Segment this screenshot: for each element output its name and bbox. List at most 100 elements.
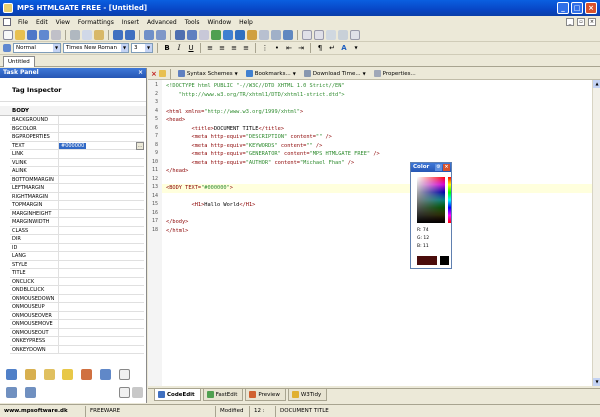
code-line[interactable]: "http://www.w3.org/TR/xhtml1/DTD/xhtml1-… bbox=[166, 91, 345, 100]
property-value[interactable] bbox=[59, 167, 144, 175]
paste-icon[interactable] bbox=[94, 29, 104, 40]
menu-advanced[interactable]: Advanced bbox=[143, 19, 181, 26]
cut-icon[interactable] bbox=[70, 29, 80, 40]
bookmarks-button[interactable]: Bookmarks... ▼ bbox=[243, 70, 299, 77]
browser-icon[interactable] bbox=[283, 29, 293, 40]
property-row[interactable]: ONMOUSEOVER bbox=[10, 311, 144, 320]
color-spectrum[interactable] bbox=[417, 177, 445, 223]
property-value[interactable] bbox=[59, 184, 144, 192]
menu-formattings[interactable]: Formattings bbox=[74, 19, 118, 26]
property-row[interactable]: BACKGROUND bbox=[10, 116, 144, 125]
property-row[interactable]: DIR bbox=[10, 235, 144, 244]
property-value[interactable] bbox=[59, 269, 144, 277]
maximize-button[interactable]: □ bbox=[571, 2, 583, 14]
indent-icon[interactable]: ⇥ bbox=[296, 43, 306, 53]
selected-color-swatch[interactable] bbox=[417, 256, 437, 265]
panel-settings-icon[interactable] bbox=[132, 387, 143, 398]
code-line[interactable]: <meta http-equiv="KEYWORDS" content="" /… bbox=[166, 142, 323, 151]
close-panel-icon[interactable]: × bbox=[138, 68, 143, 78]
property-row[interactable]: ONKEYPRESS bbox=[10, 337, 144, 346]
toggle-panel-icon[interactable] bbox=[350, 29, 360, 40]
align-center-icon[interactable]: ≡ bbox=[217, 43, 227, 53]
property-row[interactable]: TOPMARGIN bbox=[10, 201, 144, 210]
justify-icon[interactable]: ≡ bbox=[241, 43, 251, 53]
code-line[interactable]: <title>DOCUMENT TITLE</title> bbox=[166, 125, 285, 134]
property-row[interactable]: ID bbox=[10, 243, 144, 252]
snippets-icon[interactable] bbox=[25, 369, 36, 380]
align-right-icon[interactable]: ≡ bbox=[229, 43, 239, 53]
property-row[interactable]: MARGINHEIGHT bbox=[10, 209, 144, 218]
notes-icon[interactable] bbox=[119, 387, 130, 398]
syntax-schemes-button[interactable]: Syntax Schemes ▼ bbox=[175, 70, 241, 77]
paragraph-mark-icon[interactable]: ¶ bbox=[315, 43, 325, 53]
property-value[interactable] bbox=[59, 235, 144, 243]
property-row[interactable]: MARGINWIDTH bbox=[10, 218, 144, 227]
property-row[interactable]: VLINK bbox=[10, 158, 144, 167]
tag-inspector-icon[interactable] bbox=[6, 369, 17, 380]
property-row[interactable]: BGCOLOR bbox=[10, 124, 144, 133]
property-value[interactable] bbox=[59, 329, 144, 337]
property-value[interactable] bbox=[59, 320, 144, 328]
code-line[interactable]: <H1>Hallo World</H1> bbox=[166, 201, 256, 210]
vertical-scrollbar[interactable]: ▲ ▼ bbox=[592, 80, 600, 386]
minimize-button[interactable]: _ bbox=[557, 2, 569, 14]
property-row[interactable]: BOTTOMMARGIN bbox=[10, 175, 144, 184]
menu-help[interactable]: Help bbox=[235, 19, 257, 26]
frame-icon[interactable] bbox=[302, 29, 312, 40]
property-row[interactable]: ONMOUSEOUT bbox=[10, 328, 144, 337]
property-value[interactable] bbox=[59, 244, 144, 252]
table-icon[interactable] bbox=[187, 29, 197, 40]
font-color-dropdown-icon[interactable]: ▼ bbox=[351, 43, 361, 53]
code-editor[interactable]: 1 <!DOCTYPE html PUBLIC "-//W3C//DTD XHTM… bbox=[148, 80, 592, 386]
script-icon[interactable] bbox=[247, 29, 257, 40]
property-value[interactable] bbox=[59, 312, 144, 320]
code-line[interactable]: <meta http-equiv="AUTHOR" content="Micha… bbox=[166, 159, 355, 168]
download-time-button[interactable]: Download Time... ▼ bbox=[301, 70, 369, 77]
menu-edit[interactable]: Edit bbox=[32, 19, 52, 26]
line-break-icon[interactable]: ↵ bbox=[327, 43, 337, 53]
property-row[interactable]: CLASS bbox=[10, 226, 144, 235]
menu-file[interactable]: File bbox=[14, 19, 32, 26]
property-row[interactable]: LANG bbox=[10, 252, 144, 261]
code-line[interactable]: <!DOCTYPE html PUBLIC "-//W3C//DTD XHTML… bbox=[166, 82, 345, 91]
properties-button[interactable]: Properties... bbox=[371, 70, 419, 77]
open-folder-icon[interactable] bbox=[15, 29, 25, 40]
property-value[interactable] bbox=[59, 218, 144, 226]
library-icon[interactable] bbox=[100, 369, 111, 380]
grid-icon[interactable] bbox=[326, 29, 336, 40]
scroll-down-icon[interactable]: ▼ bbox=[593, 378, 600, 386]
property-row[interactable]: ONMOUSEMOVE bbox=[10, 320, 144, 329]
property-value[interactable] bbox=[59, 133, 144, 141]
property-value[interactable] bbox=[59, 295, 144, 303]
search-replace-icon[interactable] bbox=[25, 387, 36, 398]
code-line[interactable]: <html xmlns="http://www.w3.org/1999/xhtm… bbox=[166, 108, 303, 117]
mdi-restore-button[interactable]: ▫ bbox=[577, 18, 585, 26]
property-value[interactable] bbox=[59, 286, 144, 294]
numbered-list-icon[interactable]: ⋮ bbox=[260, 43, 270, 53]
hue-slider[interactable] bbox=[448, 177, 451, 223]
property-row[interactable]: ONMOUSEUP bbox=[10, 303, 144, 312]
tab-w3tidy[interactable]: W3Tidy bbox=[287, 389, 328, 401]
ruler-icon[interactable] bbox=[338, 29, 348, 40]
save-all-icon[interactable] bbox=[39, 29, 49, 40]
color-options-icon[interactable]: ⚙ bbox=[435, 164, 442, 171]
property-row[interactable]: LINK bbox=[10, 150, 144, 159]
property-value[interactable] bbox=[59, 193, 144, 201]
bold-button[interactable]: B bbox=[162, 43, 172, 53]
property-value[interactable]: #000000... bbox=[59, 141, 144, 150]
property-row[interactable]: TEXT #000000... bbox=[10, 141, 144, 150]
templates-icon[interactable] bbox=[44, 369, 55, 380]
bullet-list-icon[interactable]: • bbox=[272, 43, 282, 53]
font-select[interactable]: Times New Roman ▼ bbox=[63, 43, 129, 53]
undo-icon[interactable] bbox=[113, 29, 123, 40]
property-row[interactable]: ONKEYDOWN bbox=[10, 345, 144, 354]
characters-icon[interactable] bbox=[119, 369, 130, 380]
code-line[interactable]: <head> bbox=[166, 116, 185, 125]
style-select[interactable]: Normal ▼ bbox=[13, 43, 61, 53]
close-button[interactable]: × bbox=[585, 2, 597, 14]
redo-icon[interactable] bbox=[125, 29, 135, 40]
code-line[interactable]: </head> bbox=[166, 167, 188, 176]
property-value[interactable] bbox=[59, 159, 144, 167]
mdi-minimize-button[interactable]: _ bbox=[566, 18, 574, 26]
property-value[interactable] bbox=[59, 210, 144, 218]
